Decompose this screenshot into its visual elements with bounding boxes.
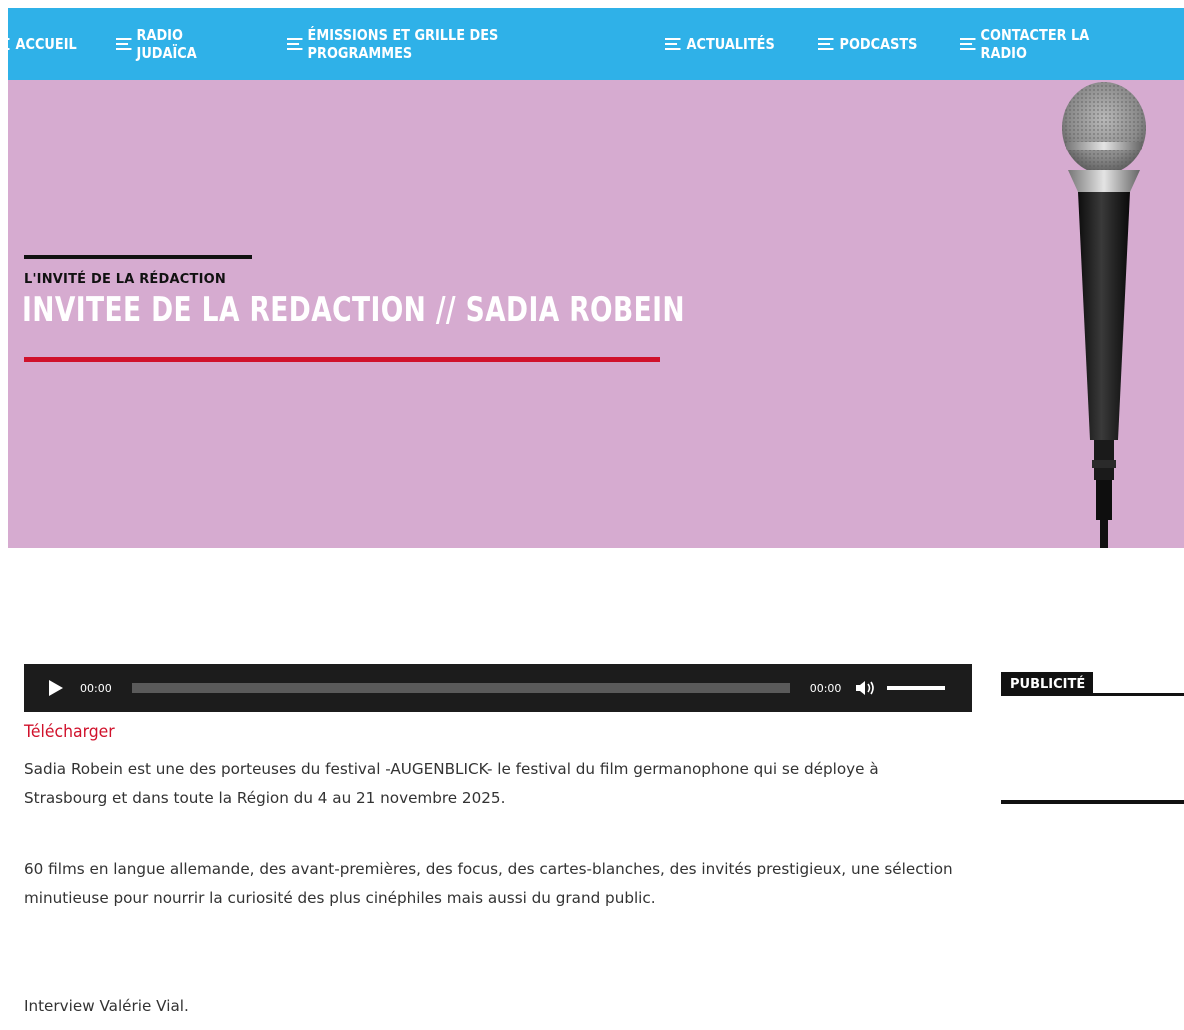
menu-lines-icon bbox=[0, 37, 10, 51]
nav-item-actualites[interactable]: ACTUALITÉS bbox=[664, 8, 775, 80]
menu-lines-icon bbox=[287, 37, 303, 51]
nav-item-label: ÉMISSIONS ET GRILLE DES PROGRAMMES bbox=[307, 26, 499, 62]
page-title: INVITEE DE LA REDACTION // SADIA ROBEIN bbox=[22, 290, 685, 330]
sidebar-bottom-divider bbox=[1001, 800, 1184, 804]
menu-lines-icon bbox=[818, 37, 834, 51]
nav-item-label: ACCUEIL bbox=[15, 35, 77, 53]
nav-item-label: CONTACTER LA RADIO bbox=[980, 26, 1090, 62]
current-time: 00:00 bbox=[80, 681, 112, 695]
hero-banner: L'INVITÉ DE LA RÉDACTION INVITEE DE LA R… bbox=[8, 80, 1184, 548]
download-link[interactable]: Télécharger bbox=[24, 722, 115, 742]
hero-kicker: L'INVITÉ DE LA RÉDACTION bbox=[24, 272, 226, 287]
article-paragraph: Sadia Robein est une des porteuses du fe… bbox=[24, 760, 879, 807]
publicite-heading: PUBLICITÉ bbox=[1001, 672, 1093, 696]
audio-player: 00:00 00:00 bbox=[24, 664, 972, 712]
volume-icon[interactable] bbox=[855, 679, 877, 697]
nav-item-accueil[interactable]: ACCUEIL bbox=[0, 8, 77, 80]
menu-lines-icon bbox=[116, 37, 132, 51]
menu-lines-icon bbox=[959, 37, 976, 51]
volume-slider[interactable] bbox=[887, 686, 946, 690]
article-paragraph: 60 films en langue allemande, des avant-… bbox=[24, 860, 953, 907]
duration-time: 00:00 bbox=[809, 681, 842, 695]
main-nav: ACCUEIL RADIO JUDAÏCA ÉMISSIONS ET GRILL… bbox=[0, 8, 1184, 80]
nav-item-emissions[interactable]: ÉMISSIONS ET GRILLE DES PROGRAMMES bbox=[287, 8, 589, 80]
progress-track[interactable] bbox=[131, 683, 790, 693]
play-icon[interactable] bbox=[46, 678, 66, 698]
nav-item-contacter[interactable]: CONTACTER LA RADIO bbox=[959, 8, 1130, 80]
microphone-icon bbox=[1062, 82, 1146, 548]
nav-item-podcasts[interactable]: PODCASTS bbox=[818, 8, 918, 80]
nav-item-radio-judaica[interactable]: RADIO JUDAÏCA bbox=[116, 8, 241, 80]
hero-red-divider bbox=[24, 357, 660, 362]
nav-item-label: ACTUALITÉS bbox=[686, 35, 775, 53]
nav-item-label: PODCASTS bbox=[839, 35, 918, 53]
menu-lines-icon bbox=[664, 37, 681, 51]
nav-item-label: RADIO JUDAÏCA bbox=[136, 26, 197, 62]
article-paragraph: Interview Valérie Vial. bbox=[24, 997, 189, 1015]
hero-top-divider bbox=[24, 255, 252, 259]
